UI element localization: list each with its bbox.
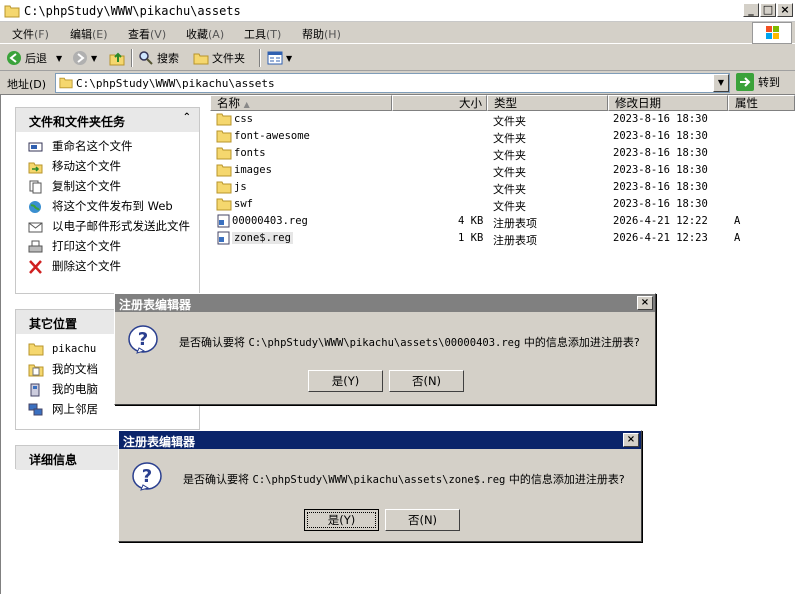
window-title: C:\phpStudy\WWW\pikachu\assets [24,4,241,18]
go-button[interactable]: 转到 [736,73,780,91]
back-button[interactable]: 后退 ▼ [6,49,62,67]
registry-confirm-dialog-1: 注册表编辑器 × ? 是否确认要将 C:\phpStudy\WWW\pikach… [114,293,656,405]
folder-icon [216,181,232,194]
network-icon [28,403,43,416]
registry-file-icon [217,214,230,228]
search-icon [139,51,153,65]
views-button[interactable]: ▼ [267,49,292,67]
file-row[interactable]: js 文件夹 2023-8-16 18:30 [210,179,795,196]
collapse-icon[interactable]: ⌃ [183,112,191,123]
file-row[interactable]: fonts 文件夹 2023-8-16 18:30 [210,145,795,162]
file-tasks-header[interactable]: 文件和文件夹任务 ⌃ [16,108,199,132]
file-row[interactable]: css 文件夹 2023-8-16 18:30 [210,111,795,128]
move-icon [28,162,43,174]
delete-x-icon [29,260,42,274]
folder-icon [216,130,232,143]
task-delete[interactable]: 删除这个文件 [16,260,199,274]
file-row[interactable]: images 文件夹 2023-8-16 18:30 [210,162,795,179]
rename-icon [28,142,43,152]
email-icon [28,222,43,233]
column-attributes[interactable]: 属性 [728,95,795,111]
dialog-close-button[interactable]: × [623,433,639,447]
back-arrow-icon [7,51,21,65]
menu-help[interactable]: 帮助(H) [302,26,341,42]
task-email[interactable]: 以电子邮件形式发送此文件 [16,220,199,233]
address-input[interactable]: C:\phpStudy\WWW\pikachu\assets ▼ [55,73,730,93]
column-size[interactable]: 大小 [392,95,487,111]
folder-icon [216,113,232,126]
task-publish-web[interactable]: 将这个文件发布到 Web [16,200,199,213]
address-label: 地址(D) [7,78,47,91]
task-rename[interactable]: 重命名这个文件 [16,140,199,153]
dialog-message: 是否确认要将 C:\phpStudy\WWW\pikachu\assets\00… [179,336,640,349]
file-row-selected[interactable]: zone$.reg 1 KB 注册表项 2026-4-21 12:23 A [210,230,795,247]
folder-icon [216,164,232,177]
folder-icon [216,147,232,160]
file-tasks-panel: 文件和文件夹任务 ⌃ 重命名这个文件 移动这个文件 复制这个文件 将这个文件发布… [15,107,200,294]
file-row[interactable]: 00000403.reg 4 KB 注册表项 2026-4-21 12:22 A [210,213,795,230]
question-icon: ? [128,325,158,354]
task-move[interactable]: 移动这个文件 [16,160,199,174]
up-folder-icon [109,52,125,66]
menu-file[interactable]: 文件(F) [12,26,49,42]
folders-button[interactable]: 文件夹 [193,49,245,67]
yes-button[interactable]: 是(Y) [308,370,383,392]
forward-button[interactable]: ▼ [72,49,97,67]
dialog-title-bar: 注册表编辑器 × [119,431,641,449]
minimize-button[interactable]: _ [743,3,759,17]
menu-edit[interactable]: 编辑(E) [70,26,108,42]
printer-icon [28,240,43,253]
no-button[interactable]: 否(N) [389,370,464,392]
dialog-close-button[interactable]: × [637,296,653,310]
title-bar: C:\phpStudy\WWW\pikachu\assets _ □ × [0,0,795,22]
folder-icon [216,198,232,211]
forward-arrow-icon [73,51,87,65]
column-type[interactable]: 类型 [487,95,608,111]
file-row[interactable]: font-awesome 文件夹 2023-8-16 18:30 [210,128,795,145]
toolbar: 后退 ▼ ▼ 搜索 文件夹 ▼ [0,45,795,71]
svg-text:?: ? [138,329,148,350]
menu-bar: 文件(F) 编辑(E) 查看(V) 收藏(A) 工具(T) 帮助(H) [0,22,795,44]
task-copy[interactable]: 复制这个文件 [16,180,199,194]
windows-logo [752,22,792,44]
go-arrow-icon [736,73,754,91]
column-modified[interactable]: 修改日期 [608,95,728,111]
folder-icon [59,77,73,89]
folder-icon [28,343,44,356]
copy-icon [29,180,42,194]
address-bar: 地址(D) C:\phpStudy\WWW\pikachu\assets ▼ 转… [0,71,795,95]
no-button[interactable]: 否(N) [385,509,460,531]
up-folder-button[interactable] [109,49,125,67]
menu-view[interactable]: 查看(V) [128,26,166,42]
yes-button[interactable]: 是(Y) [304,509,379,531]
views-icon [267,51,283,65]
folders-icon [193,53,209,65]
address-dropdown-button[interactable]: ▼ [713,74,729,92]
question-icon: ? [132,462,162,491]
maximize-button[interactable]: □ [760,3,776,17]
dialog-title-bar: 注册表编辑器 × [115,294,655,312]
my-documents-icon [28,364,44,377]
file-row[interactable]: swf 文件夹 2023-8-16 18:30 [210,196,795,213]
registry-file-icon [217,231,230,245]
svg-text:?: ? [142,466,152,487]
computer-icon [30,383,40,397]
search-button[interactable]: 搜索 [138,49,179,67]
globe-icon [29,201,41,213]
close-button[interactable]: × [777,3,793,17]
dialog-message: 是否确认要将 C:\phpStudy\WWW\pikachu\assets\zo… [183,473,625,486]
menu-tools[interactable]: 工具(T) [244,26,281,42]
column-name[interactable]: 名称 ▲ [210,95,392,111]
menu-favorites[interactable]: 收藏(A) [186,26,224,42]
task-print[interactable]: 打印这个文件 [16,240,199,253]
folder-icon [4,5,20,18]
registry-confirm-dialog-2: 注册表编辑器 × ? 是否确认要将 C:\phpStudy\WWW\pikach… [118,430,642,542]
